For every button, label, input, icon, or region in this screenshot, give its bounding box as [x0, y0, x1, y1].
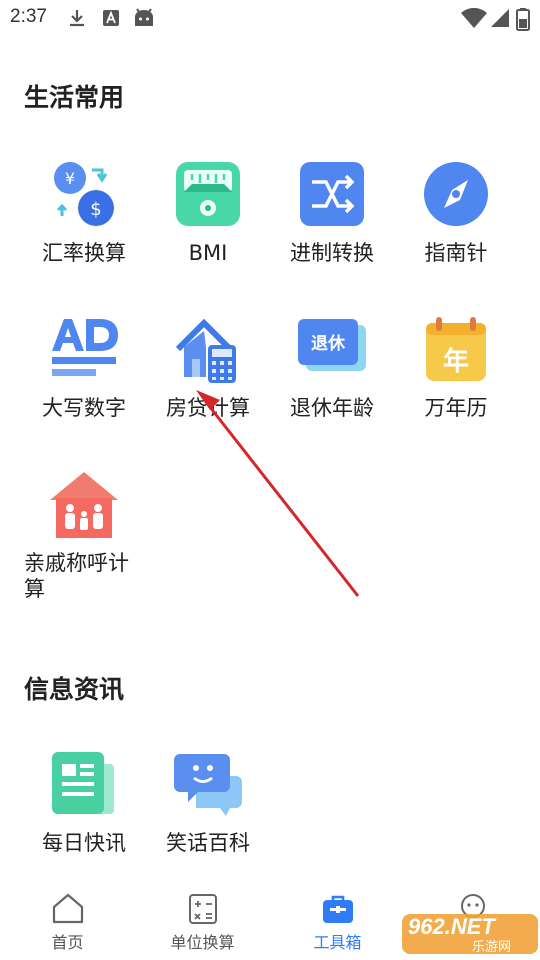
toolbox-icon — [322, 895, 353, 923]
font-a-icon — [103, 10, 119, 26]
nav-toolbox[interactable]: 工具箱 — [270, 880, 405, 960]
tool-label: BMI — [188, 241, 228, 265]
watermark-logo: 962.NET 乐游网 — [400, 910, 540, 958]
battery-icon — [516, 8, 530, 31]
tool-label: 大写数字 — [42, 396, 126, 420]
signal-icon — [491, 9, 509, 27]
download-icon — [70, 10, 84, 27]
compass-icon — [424, 162, 488, 226]
status-time: 2:37 — [10, 6, 47, 27]
nav-label: 首页 — [51, 933, 84, 952]
tool-label: 每日快讯 — [42, 831, 126, 855]
wifi-icon — [461, 7, 487, 28]
base-convert-icon — [300, 162, 364, 226]
android-icon — [135, 8, 153, 26]
family-house-icon — [50, 472, 118, 538]
tool-label: 汇率换算 — [42, 241, 126, 265]
svg-text:¥: ¥ — [65, 169, 75, 188]
retirement-badge-text: 退休 — [311, 334, 345, 354]
section-title-life: 生活常用 — [24, 83, 125, 112]
news-icon — [52, 752, 114, 814]
svg-text:$: $ — [90, 199, 101, 220]
nav-label: 工具箱 — [313, 933, 362, 952]
exchange-rate-icon: ¥ $ — [54, 162, 114, 226]
watermark-subtext: 乐游网 — [472, 940, 512, 955]
tool-label: 进制转换 — [290, 241, 374, 265]
calendar-badge-text: 年 — [442, 347, 469, 377]
nav-unit-convert[interactable]: 单位换算 — [135, 880, 270, 960]
home-icon — [52, 893, 83, 924]
nav-home[interactable]: 首页 — [0, 880, 135, 960]
section-title-info: 信息资讯 — [24, 675, 125, 704]
nav-label: 单位换算 — [170, 933, 235, 952]
joke-chat-icon — [174, 754, 242, 816]
status-bar: 2:37 — [0, 0, 540, 36]
tool-label: 退休年龄 — [290, 396, 374, 420]
tool-label: 房贷计算 — [166, 396, 250, 420]
tool-label: 万年历 — [424, 396, 488, 420]
tool-label: 笑话百科 — [166, 831, 250, 855]
scale-icon — [176, 162, 240, 226]
calculator-icon — [188, 894, 217, 924]
tool-label: 指南针 — [424, 241, 488, 265]
tool-label: 亲戚称呼计算 — [24, 551, 129, 601]
capital-number-icon — [52, 319, 118, 376]
mortgage-house-icon — [175, 318, 236, 383]
